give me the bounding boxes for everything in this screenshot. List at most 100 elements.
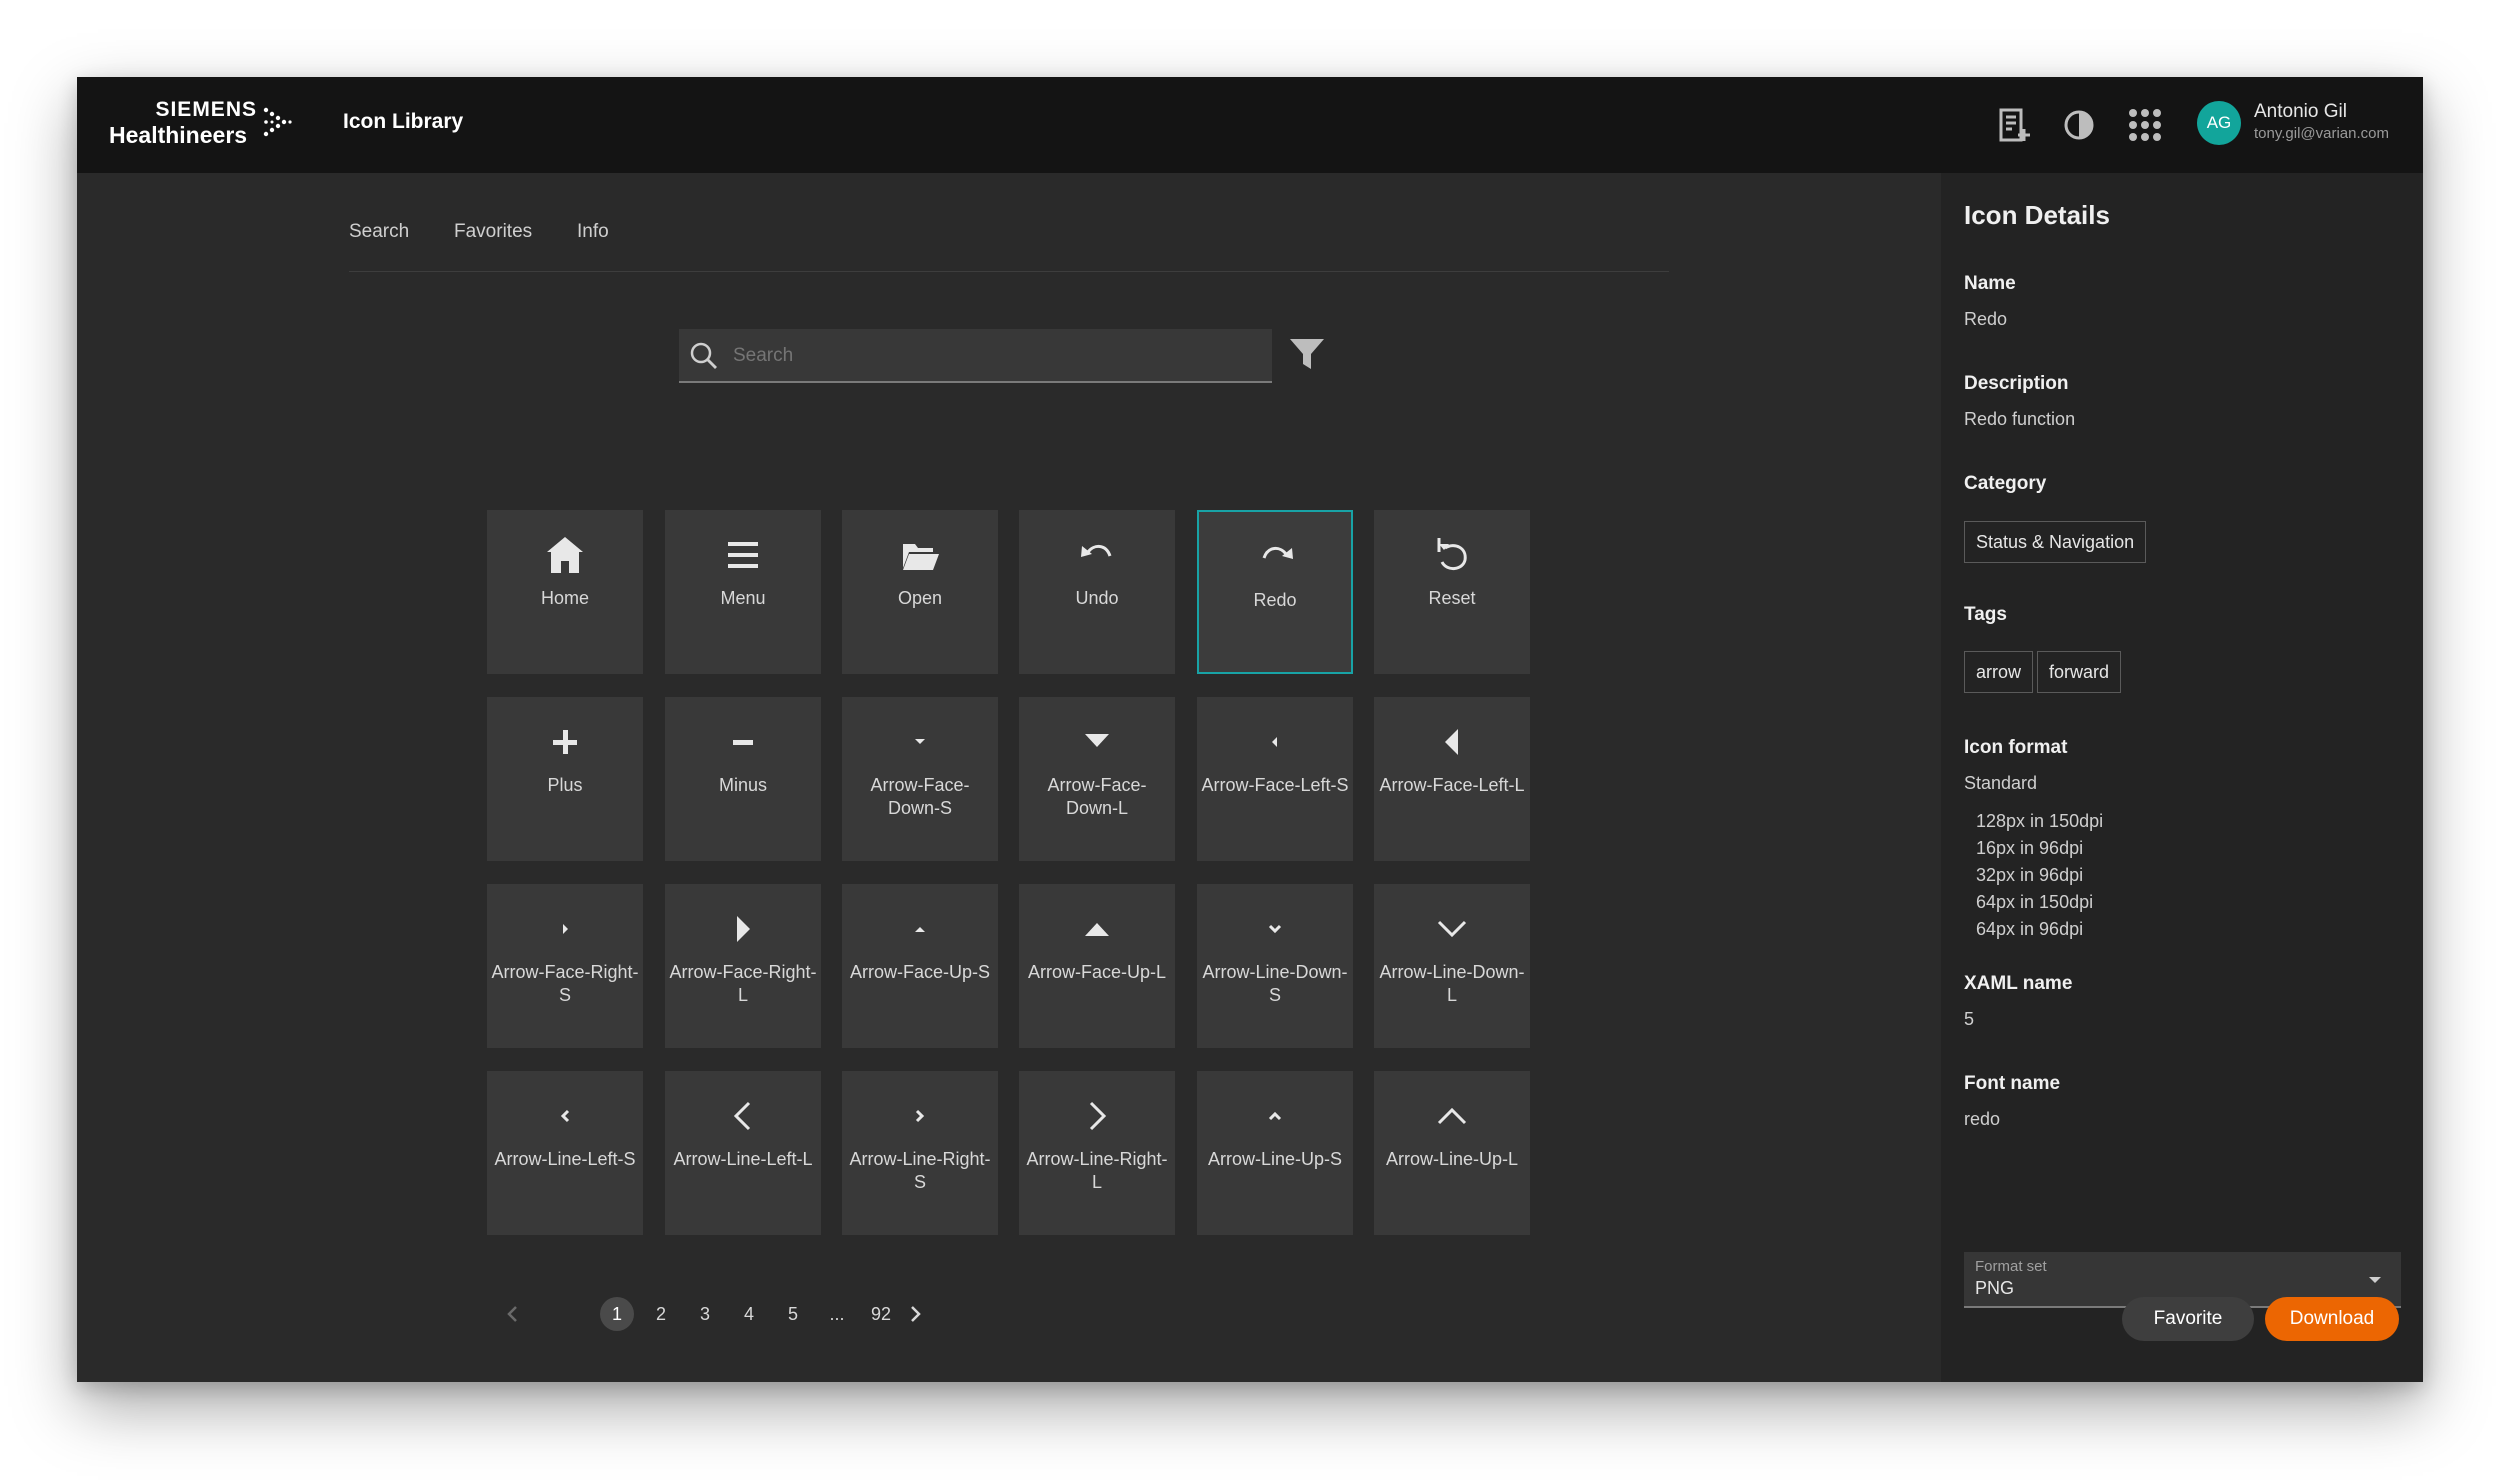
- icon-tile[interactable]: Arrow-Line-Up-S: [1197, 1071, 1353, 1235]
- minus-icon: [733, 740, 753, 745]
- page-number[interactable]: 5: [776, 1297, 810, 1331]
- icon-tile[interactable]: Arrow-Face-Up-S: [842, 884, 998, 1048]
- chevron-left-icon[interactable]: [501, 1302, 525, 1326]
- category-chip[interactable]: Status & Navigation: [1964, 521, 2147, 563]
- add-list-icon[interactable]: [1995, 105, 2035, 145]
- name-value: Redo: [1964, 309, 2008, 329]
- icon-tile[interactable]: Arrow-Line-Down-L: [1374, 884, 1530, 1048]
- icon-tile-label: Arrow-Face-Up-S: [849, 962, 991, 982]
- tab-search[interactable]: Search: [349, 221, 409, 243]
- filter-icon[interactable]: [1287, 334, 1327, 374]
- arrow-line-up-s-icon: [1268, 1111, 1282, 1121]
- format-size-item: 32px in 96dpi: [1976, 865, 2084, 885]
- icon-tile[interactable]: Open: [842, 510, 998, 674]
- search-input[interactable]: [733, 345, 1233, 367]
- icon-tile-label: Arrow-Line-Right-S: [849, 1149, 991, 1192]
- menu-icon: [728, 542, 758, 568]
- icon-tile-label: Arrow-Line-Up-S: [1207, 1149, 1343, 1169]
- home-icon: [547, 537, 583, 573]
- favorite-button[interactable]: Favorite: [2122, 1297, 2254, 1341]
- icon-format-value: Standard: [1964, 773, 2038, 793]
- page-number[interactable]: 1: [600, 1297, 634, 1331]
- reset-icon: [1437, 538, 1467, 570]
- icon-tile-label: Arrow-Line-Left-L: [673, 1149, 813, 1169]
- user-name[interactable]: Antonio Gil: [2254, 101, 2347, 123]
- icon-tile-label: Home: [540, 588, 589, 608]
- icon-tile[interactable]: Arrow-Line-Right-S: [842, 1071, 998, 1235]
- app-window: SIEMENS Healthineers Icon Library AG Ant…: [77, 77, 2423, 1382]
- icon-tile[interactable]: Arrow-Line-Up-L: [1374, 1071, 1530, 1235]
- chevron-right-icon[interactable]: [903, 1302, 927, 1326]
- redo-icon: [1262, 547, 1293, 559]
- format-size-item: 128px in 150dpi: [1976, 811, 2104, 831]
- icon-tile-label: Reset: [1428, 588, 1476, 608]
- page-number[interactable]: 3: [688, 1297, 722, 1331]
- icon-tile-label: Arrow-Line-Right-L: [1026, 1149, 1168, 1192]
- panel-title: Icon Details: [1964, 200, 2110, 230]
- arrow-face-right-l-icon: [737, 916, 750, 942]
- tag-chip[interactable]: arrow: [1964, 651, 2034, 693]
- tab-favorites[interactable]: Favorites: [454, 221, 532, 243]
- brand-dots-icon: [263, 107, 292, 137]
- arrow-line-right-l-icon: [1089, 1101, 1107, 1131]
- icon-tile[interactable]: Arrow-Face-Up-L: [1019, 884, 1175, 1048]
- icon-tile[interactable]: Arrow-Line-Right-L: [1019, 1071, 1175, 1235]
- font-name-value: redo: [1964, 1109, 2001, 1129]
- icon-tile-label: Redo: [1253, 590, 1297, 610]
- arrow-line-down-s-icon: [1268, 924, 1282, 934]
- tab-info[interactable]: Info: [577, 221, 609, 243]
- icon-tile[interactable]: Arrow-Face-Left-L: [1374, 697, 1530, 861]
- brand-logo[interactable]: SIEMENS Healthineers: [109, 98, 294, 150]
- xaml-name-label: XAML name: [1964, 973, 2073, 994]
- icon-tile[interactable]: Plus: [487, 697, 643, 861]
- download-button[interactable]: Download: [2265, 1297, 2399, 1341]
- icon-tile[interactable]: Arrow-Line-Down-S: [1197, 884, 1353, 1048]
- arrow-line-up-l-icon: [1437, 1107, 1467, 1125]
- top-bar: SIEMENS Healthineers Icon Library AG Ant…: [77, 77, 2423, 173]
- arrow-line-left-l-icon: [733, 1101, 751, 1131]
- icon-format-label: Icon format: [1964, 737, 2068, 758]
- avatar[interactable]: AG: [2197, 101, 2241, 145]
- arrow-line-right-s-icon: [915, 1109, 925, 1123]
- icon-tile[interactable]: Undo: [1019, 510, 1175, 674]
- icon-tile[interactable]: Arrow-Face-Right-L: [665, 884, 821, 1048]
- icon-tile-label: Undo: [1075, 588, 1119, 608]
- icon-tile-label: Arrow-Face-Right-L: [669, 962, 817, 1005]
- tags-label: Tags: [1964, 604, 2007, 625]
- icon-tile[interactable]: Arrow-Face-Left-S: [1197, 697, 1353, 861]
- category-label: Category: [1964, 473, 2047, 494]
- format-size-item: 64px in 150dpi: [1976, 892, 2094, 912]
- tag-chip[interactable]: forward: [2037, 651, 2122, 693]
- page-number[interactable]: 4: [732, 1297, 766, 1331]
- icon-tile-label: Plus: [547, 775, 583, 795]
- icon-tile[interactable]: Arrow-Line-Left-L: [665, 1071, 821, 1235]
- arrow-face-up-s-icon: [915, 927, 925, 932]
- icon-tile[interactable]: Reset: [1374, 510, 1530, 674]
- icon-tile[interactable]: Menu: [665, 510, 821, 674]
- app-launcher-icon[interactable]: [2125, 105, 2165, 145]
- arrow-face-left-s-icon: [1272, 737, 1277, 747]
- page-number[interactable]: 92: [864, 1297, 898, 1331]
- icon-tile-label: Arrow-Line-Down-L: [1379, 962, 1525, 1005]
- icon-tile[interactable]: Arrow-Face-Down-L: [1019, 697, 1175, 861]
- icon-tile[interactable]: Arrow-Face-Down-S: [842, 697, 998, 861]
- icon-tile[interactable]: Redo: [1197, 510, 1353, 674]
- folder-open-icon: [903, 544, 939, 570]
- icon-tile[interactable]: Arrow-Face-Right-S: [487, 884, 643, 1048]
- icon-tile-label: Arrow-Line-Up-L: [1385, 1149, 1519, 1169]
- description-value: Redo function: [1964, 409, 2076, 429]
- brand-name: SIEMENS: [155, 98, 257, 121]
- arrow-face-down-s-icon: [915, 739, 925, 744]
- icon-tile[interactable]: Home: [487, 510, 643, 674]
- search-box[interactable]: [679, 329, 1272, 383]
- arrow-face-left-l-icon: [1445, 729, 1458, 755]
- arrow-line-down-l-icon: [1437, 920, 1467, 938]
- contrast-theme-icon[interactable]: [2059, 105, 2099, 145]
- icon-tile[interactable]: Arrow-Line-Left-S: [487, 1071, 643, 1235]
- icon-tile-label: Arrow-Face-Up-L: [1027, 962, 1167, 982]
- icon-tile[interactable]: Minus: [665, 697, 821, 861]
- arrow-line-left-s-icon: [560, 1109, 570, 1123]
- search-icon: [690, 342, 717, 369]
- xaml-name-value: 5: [1964, 1009, 1975, 1029]
- page-number[interactable]: 2: [644, 1297, 678, 1331]
